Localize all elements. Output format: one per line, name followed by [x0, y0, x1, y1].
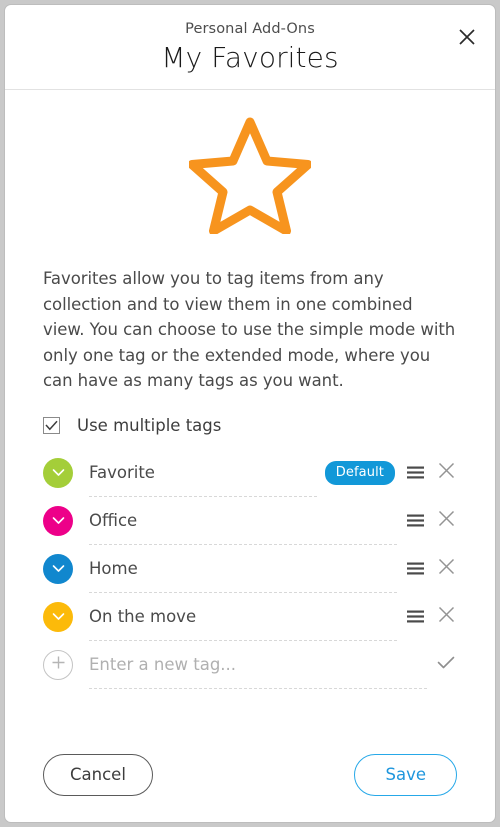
drag-handle-icon[interactable] — [405, 463, 425, 483]
dialog-body: Favorites allow you to tag items from an… — [5, 90, 495, 754]
default-badge[interactable]: Default — [324, 460, 395, 485]
star-outline-icon — [189, 116, 311, 234]
chevron-down-icon — [52, 564, 65, 573]
new-tag-field[interactable] — [89, 641, 427, 689]
save-button[interactable]: Save — [354, 754, 457, 796]
tag-list: Default — [43, 449, 457, 689]
tag-row: Default — [43, 449, 457, 497]
tag-color-swatch[interactable] — [43, 553, 73, 584]
drag-handle-icon[interactable] — [405, 511, 425, 531]
hero-illustration — [43, 90, 457, 242]
plus-icon — [51, 655, 66, 674]
drag-handle-icon[interactable] — [405, 607, 425, 627]
favorites-dialog: Personal Add-Ons My Favorites Favorites … — [4, 4, 496, 823]
close-icon — [438, 462, 455, 483]
tag-name-field[interactable] — [89, 545, 397, 593]
confirm-new-tag-button[interactable] — [435, 654, 457, 676]
delete-tag-button[interactable] — [435, 558, 457, 580]
chevron-down-icon — [52, 468, 65, 477]
close-icon — [438, 606, 455, 627]
dialog-footer: Cancel Save — [5, 754, 495, 822]
tag-name-input[interactable] — [89, 558, 397, 578]
dialog-header: Personal Add-Ons My Favorites — [5, 5, 495, 90]
tag-row — [43, 593, 457, 641]
tag-name-input[interactable] — [89, 462, 317, 482]
tag-color-swatch[interactable] — [43, 457, 73, 488]
use-multiple-tags-row[interactable]: Use multiple tags — [43, 416, 457, 435]
check-icon — [45, 420, 58, 431]
tag-color-swatch[interactable] — [43, 601, 73, 632]
new-tag-input[interactable] — [89, 654, 427, 674]
tag-name-input[interactable] — [89, 510, 397, 530]
chevron-down-icon — [52, 612, 65, 621]
tag-row — [43, 497, 457, 545]
new-tag-row — [43, 641, 457, 689]
tag-name-field[interactable] — [89, 497, 397, 545]
tag-name-input[interactable] — [89, 606, 397, 626]
delete-tag-button[interactable] — [435, 606, 457, 628]
tag-name-field[interactable] — [89, 449, 317, 497]
dialog-subtitle: Personal Add-Ons — [185, 21, 315, 37]
description-text: Favorites allow you to tag items from an… — [43, 269, 456, 390]
tag-row — [43, 545, 457, 593]
tag-name-field[interactable] — [89, 593, 397, 641]
check-icon — [437, 655, 455, 674]
add-tag-button[interactable] — [43, 649, 73, 680]
close-dialog-button[interactable] — [453, 23, 481, 51]
use-multiple-tags-checkbox[interactable] — [43, 416, 60, 434]
chevron-down-icon — [52, 516, 65, 525]
cancel-button[interactable]: Cancel — [43, 754, 153, 796]
drag-handle-icon[interactable] — [405, 559, 425, 579]
tag-color-swatch[interactable] — [43, 505, 73, 536]
delete-tag-button[interactable] — [435, 462, 457, 484]
delete-tag-button[interactable] — [435, 510, 457, 532]
close-icon — [438, 510, 455, 531]
close-icon — [458, 28, 476, 46]
close-icon — [438, 558, 455, 579]
use-multiple-tags-label: Use multiple tags — [77, 415, 222, 435]
page-title: My Favorites — [161, 41, 339, 74]
